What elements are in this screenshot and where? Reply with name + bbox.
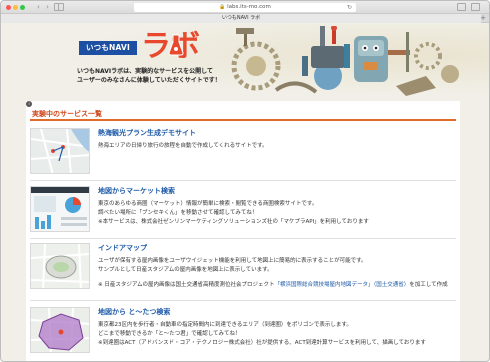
zoom-window-button[interactable] <box>20 5 25 10</box>
flask-icon <box>168 34 184 56</box>
close-window-button[interactable] <box>6 5 11 10</box>
robot-illustration <box>231 26 459 96</box>
section-divider <box>30 119 456 121</box>
entry-description-line: 東京のあらゆる商圏（マーケット）情報が簡単に検索・閲覧できる商圏検索サイトです。 <box>98 201 318 207</box>
hero-banner: いつもNAVI ラボ いつもNAVIラボは、実験的なサービスを公開して ユーザー… <box>1 24 489 101</box>
entry-description-line: サンプルとして日産スタジアムの屋内画像を地図上に表示しています。 <box>98 267 273 273</box>
tabs-overview-icon[interactable] <box>471 3 480 11</box>
entry-note-text: ※ 日産スタジアムの屋内画像は国土交通省高精度測位社会プロジェクト <box>98 282 275 288</box>
dataset-link[interactable]: 「横浜国際総合競技場屋内地図データ」 <box>274 282 373 288</box>
thumbnail-indoor-map[interactable] <box>30 243 90 289</box>
tab-active[interactable]: いつもNAVI ラボ <box>1 14 481 23</box>
entry-description-line: ※本サービスは、株式会社ゼンリンマーケティングソリューションズ社の「マケプラAP… <box>98 219 369 225</box>
thumbnail-reach-search[interactable] <box>30 307 90 353</box>
tagline-line-2: ユーザーのみなさんに体験していただくサイトです！ <box>77 76 221 84</box>
entry-description: ユーザが保有する屋内画像をユーザウイジェット機能を利用して地図上に簡易的に表示す… <box>98 257 454 290</box>
browser-window: ‹ › 🔒 labs.its-mo.com ↻ いつもNAVI ラボ + いつも… <box>0 0 490 362</box>
forward-button[interactable]: › <box>43 3 52 11</box>
entry-description: 東京都23区内を歩行者・自動車の指定時間内に到達できるエリア（到達圏）をポリゴン… <box>98 321 454 348</box>
thumbnail-market-search[interactable] <box>30 186 90 232</box>
tagline: いつもNAVIラボは、実験的なサービスを公開して ユーザーのみなさんに体験してい… <box>77 68 237 85</box>
entry-description-line: 熱海エリアの日帰り旅行の旅程を自動で作成してくれるサイトです。 <box>98 143 268 149</box>
entry-description-line: 調べたい場所に「ブンセキくん」を移動させて確認してみてね！ <box>98 210 258 216</box>
info-icon: i <box>26 101 32 107</box>
entry-description: 熱海エリアの日帰り旅行の旅程を自動で作成してくれるサイトです。 <box>98 142 454 151</box>
back-button[interactable]: ‹ <box>34 3 43 11</box>
thumbnail-map-atami[interactable] <box>30 128 90 174</box>
brand-logo[interactable]: いつもNAVI <box>79 41 137 55</box>
entry-title-link[interactable]: 地図からマーケット検索 <box>98 186 175 196</box>
tab-bar: いつもNAVI ラボ + <box>1 14 489 23</box>
sidebar-toggle-icon[interactable] <box>54 3 64 11</box>
entry-divider <box>30 180 456 181</box>
entry-description-line: 東京都23区内を歩行者・自動車の指定時間内に到達できるエリア（到達圏）をポリゴン… <box>98 322 352 328</box>
reload-icon[interactable]: ↻ <box>347 3 352 12</box>
share-icon[interactable] <box>457 3 466 11</box>
address-text: labs.its-mo.com <box>227 4 271 10</box>
polygon-map-thumbnail-icon <box>31 308 89 352</box>
entry-description: 東京のあらゆる商圏（マーケット）情報が簡単に検索・閲覧できる商圏検索サイトです。… <box>98 200 454 227</box>
entry-divider <box>30 238 456 239</box>
dashboard-thumbnail-icon <box>31 187 89 231</box>
ministry-link[interactable]: （国土交通省） <box>374 282 410 288</box>
minimize-window-button[interactable] <box>13 5 18 10</box>
entry-title-link[interactable]: インドアマップ <box>98 243 147 253</box>
stadium-thumbnail-icon <box>31 244 89 288</box>
tagline-line-1: いつもNAVIラボは、実験的なサービスを公開して <box>77 68 213 75</box>
browser-toolbar: ‹ › 🔒 labs.its-mo.com ↻ <box>1 1 489 14</box>
entry-description-line: ※到達圏はACT（アドバンスド・コア・テクノロジー株式会社）社が提供する、ACT… <box>98 340 426 346</box>
entry-note-tail: を加工して作成 <box>409 282 448 288</box>
map-thumbnail-icon <box>31 129 89 173</box>
entry-description-line: ※ 日産スタジアムの屋内画像は国土交通省高精度測位社会プロジェクト「横浜国際総合… <box>98 281 454 290</box>
section-title: 実験中のサービス一覧 <box>32 110 102 118</box>
address-bar[interactable]: 🔒 labs.its-mo.com ↻ <box>134 3 356 12</box>
entry-divider <box>30 300 456 301</box>
main-content: i 実験中のサービス一覧 熱海観光プラン生成デモサイト 熱海エリアの日帰り旅行の… <box>26 101 460 361</box>
entry-description-line: どこまで移動できるか「と～たつ君」で確認してみてね！ <box>98 331 241 337</box>
entry-description-line: ユーザが保有する屋内画像をユーザウイジェット機能を利用して地図上に簡易的に表示す… <box>98 258 367 264</box>
entry-title-link[interactable]: 熱海観光プラン生成デモサイト <box>98 128 196 138</box>
new-tab-button[interactable]: + <box>479 14 487 23</box>
entry-title-link[interactable]: 地図から と～たつ検索 <box>98 307 170 317</box>
lock-icon: 🔒 <box>219 4 226 10</box>
